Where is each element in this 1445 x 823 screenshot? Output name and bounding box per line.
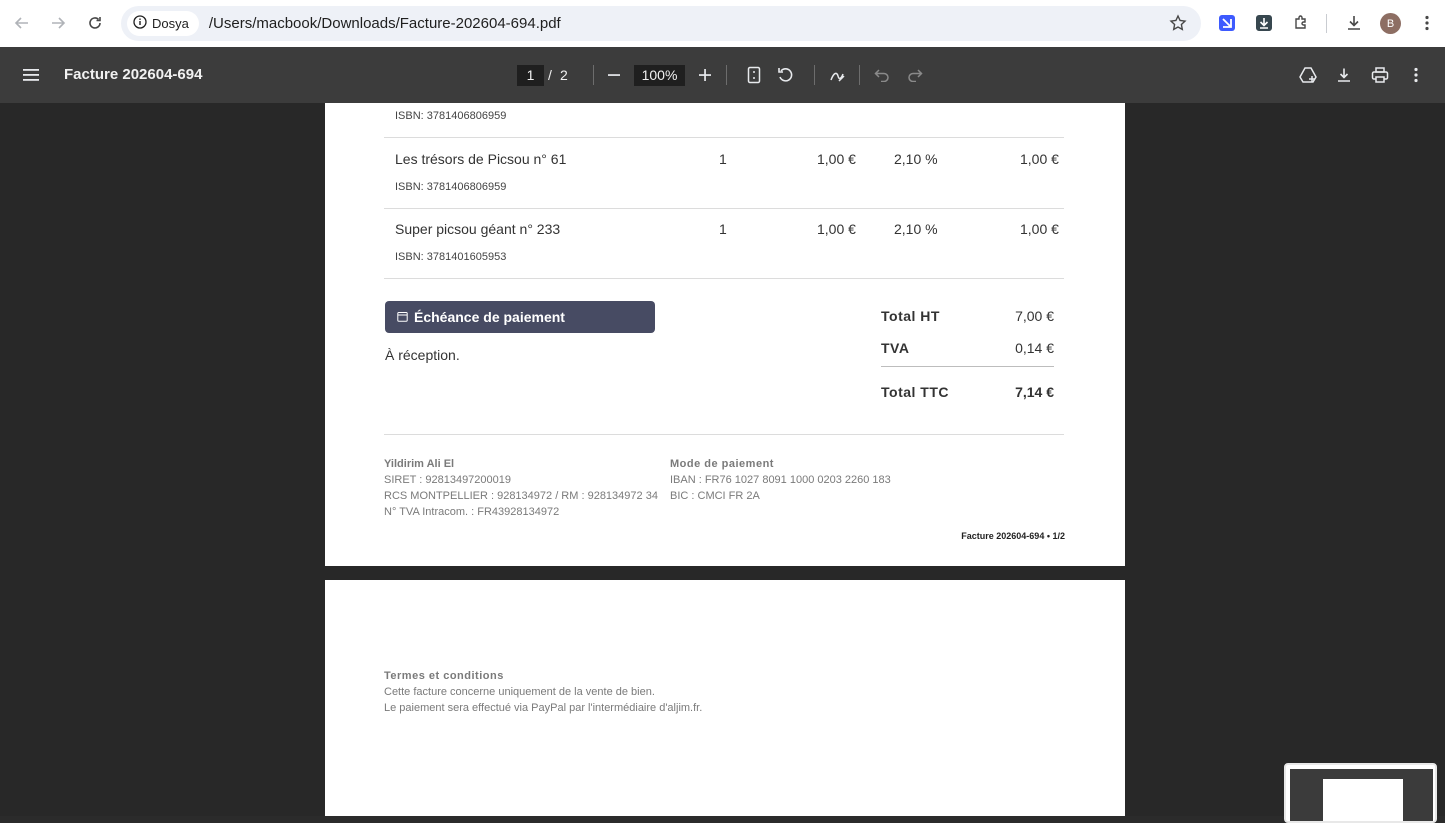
address-bar[interactable]: Dosya /Users/macbook/Downloads/Facture-2… xyxy=(121,6,1201,41)
toolbar-divider xyxy=(726,65,727,85)
item-qty: 1 xyxy=(719,151,727,167)
payment-due-label: Échéance de paiement xyxy=(414,309,565,325)
total-ttc-label: Total TTC xyxy=(881,384,950,400)
page-number-input[interactable]: 1 xyxy=(517,65,544,86)
pdf-toolbar: Facture 202604-694 1 / 2 100% xyxy=(0,47,1445,103)
back-arrow-icon[interactable] xyxy=(10,11,34,35)
browser-toolbar: Dosya /Users/macbook/Downloads/Facture-2… xyxy=(0,0,1445,47)
zoom-out-icon[interactable] xyxy=(602,63,626,87)
total-ht-value: 7,00 € xyxy=(1015,308,1054,324)
row-divider xyxy=(384,137,1064,138)
more-vert-icon[interactable] xyxy=(1404,63,1428,87)
company-name: Yildirim Ali El xyxy=(384,458,455,470)
info-icon xyxy=(133,15,147,32)
item-title: Les trésors de Picsou n° 61 xyxy=(395,151,567,167)
item-isbn: ISBN: 3781406806959 xyxy=(395,181,507,193)
rotate-icon[interactable] xyxy=(774,63,798,87)
avatar[interactable]: B xyxy=(1380,13,1401,34)
zoom-in-icon[interactable] xyxy=(693,63,717,87)
site-info-chip[interactable]: Dosya xyxy=(127,11,199,36)
item-total: 1,00 € xyxy=(1020,221,1059,237)
window-thumbnail[interactable] xyxy=(1284,763,1437,823)
toolbar-divider xyxy=(814,65,815,85)
forward-arrow-icon[interactable] xyxy=(46,11,70,35)
document-title: Facture 202604-694 xyxy=(64,66,203,83)
totals-divider xyxy=(881,366,1054,367)
more-vert-icon[interactable] xyxy=(1415,11,1439,35)
tva-label: TVA xyxy=(881,340,910,356)
toolbar-divider xyxy=(859,65,860,85)
redo-icon[interactable] xyxy=(903,63,927,87)
pdf-page-2: Termes et conditions Cette facture conce… xyxy=(325,580,1125,816)
fit-page-icon[interactable] xyxy=(742,63,766,87)
footer-company: Yildirim Ali El SIRET : 92813497200019 R… xyxy=(384,456,658,520)
company-siret: SIRET : 92813497200019 xyxy=(384,474,512,486)
annotate-icon[interactable] xyxy=(825,63,849,87)
item-total: 1,00 € xyxy=(1020,151,1059,167)
reload-icon[interactable] xyxy=(83,11,107,35)
item-vat: 2,10 % xyxy=(894,221,938,237)
toolbar-divider xyxy=(593,65,594,85)
total-ttc-value: 7,14 € xyxy=(1015,384,1054,400)
pdf-page-1: ISBN: 3781406806959 Les trésors de Picso… xyxy=(325,103,1125,566)
terms-section: Termes et conditions Cette facture conce… xyxy=(384,668,702,716)
tva-value: 0,14 € xyxy=(1015,340,1054,356)
extension-1-icon[interactable] xyxy=(1215,11,1239,35)
extension-2-icon[interactable] xyxy=(1252,11,1276,35)
row-divider xyxy=(384,208,1064,209)
calendar-icon xyxy=(397,309,408,325)
undo-icon[interactable] xyxy=(870,63,894,87)
terms-line: Cette facture concerne uniquement de la … xyxy=(384,686,655,698)
item-isbn: ISBN: 3781401605953 xyxy=(395,251,507,263)
item-unit-price: 1,00 € xyxy=(817,221,856,237)
row-divider xyxy=(384,278,1064,279)
thumbnail-preview xyxy=(1290,769,1433,821)
item-title: Super picsou géant n° 233 xyxy=(395,221,561,237)
toolbar-divider xyxy=(1326,14,1327,33)
download-icon[interactable] xyxy=(1342,11,1366,35)
page-reference: Facture 202604-694 • 1/2 xyxy=(961,531,1065,541)
extension-icon[interactable] xyxy=(1289,11,1313,35)
payment-due-header: Échéance de paiement xyxy=(385,301,655,333)
item-isbn: ISBN: 3781406806959 xyxy=(395,110,507,122)
site-chip-label: Dosya xyxy=(152,16,189,31)
terms-line: Le paiement sera effectué via PayPal par… xyxy=(384,702,703,714)
thumbnail-page xyxy=(1323,779,1403,821)
payment-due-value: À réception. xyxy=(385,347,460,363)
total-ht-label: Total HT xyxy=(881,308,940,324)
item-qty: 1 xyxy=(719,221,727,237)
download-icon[interactable] xyxy=(1332,63,1356,87)
company-rcs: RCS MONTPELLIER : 928134972 / RM : 92813… xyxy=(384,490,658,502)
terms-heading: Termes et conditions xyxy=(384,670,504,682)
item-unit-price: 1,00 € xyxy=(817,151,856,167)
item-vat: 2,10 % xyxy=(894,151,938,167)
page-total: 2 xyxy=(560,67,568,83)
menu-icon[interactable] xyxy=(20,63,44,87)
pdf-viewer[interactable]: ISBN: 3781406806959 Les trésors de Picso… xyxy=(0,103,1445,816)
payment-iban: IBAN : FR76 1027 8091 1000 0203 2260 183 xyxy=(670,474,891,486)
zoom-input[interactable]: 100% xyxy=(634,65,685,86)
print-icon[interactable] xyxy=(1368,63,1392,87)
footer-divider xyxy=(384,434,1064,435)
star-icon[interactable] xyxy=(1169,14,1187,37)
drive-icon[interactable] xyxy=(1296,63,1320,87)
company-tva: N° TVA Intracom. : FR43928134972 xyxy=(384,506,560,518)
payment-bic: BIC : CMCI FR 2A xyxy=(670,490,760,502)
payment-method-heading: Mode de paiement xyxy=(670,458,774,470)
page-separator: / xyxy=(548,67,552,83)
url-text[interactable]: /Users/macbook/Downloads/Facture-202604-… xyxy=(209,15,561,32)
footer-payment: Mode de paiement IBAN : FR76 1027 8091 1… xyxy=(670,456,891,504)
